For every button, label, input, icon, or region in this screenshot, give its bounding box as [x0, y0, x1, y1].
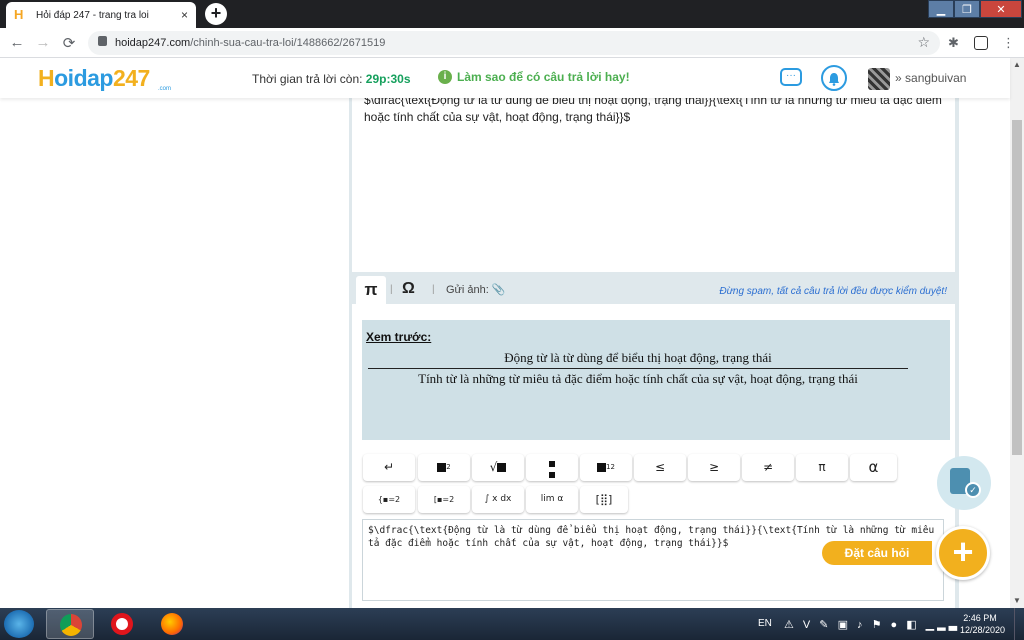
paperclip-icon: 📎: [491, 284, 506, 296]
maximize-button[interactable]: ❐: [954, 0, 980, 18]
forward-arrow-icon[interactable]: →: [34, 34, 52, 51]
fraction-bar: [368, 368, 908, 369]
neq-button[interactable]: ≠: [742, 454, 794, 481]
subscript-button[interactable]: 12: [580, 454, 632, 481]
ask-question-label[interactable]: Đặt câu hỏi: [822, 541, 932, 565]
integral-button[interactable]: ∫ x dx: [472, 486, 524, 513]
extensions-icon[interactable]: ✱: [948, 35, 959, 51]
limit-button[interactable]: lim α: [526, 486, 578, 513]
browser-tab-strip: H Hỏi đáp 247 - trang tra loi × + ▁ ❐ ✕: [0, 0, 1024, 28]
alpha-button[interactable]: α: [850, 454, 897, 481]
bookmark-star-icon[interactable]: ☆: [917, 34, 930, 51]
reload-icon[interactable]: ⟳: [60, 34, 78, 52]
scroll-thumb[interactable]: [1012, 120, 1022, 455]
tab-title: Hỏi đáp 247 - trang tra loi: [36, 9, 149, 21]
pi-button[interactable]: π: [796, 454, 848, 481]
address-bar[interactable]: hoidap247.com/chinh-sua-cau-tra-loi/1488…: [88, 31, 940, 55]
chat-icon[interactable]: ···: [780, 68, 802, 86]
window-close-button[interactable]: ✕: [980, 0, 1022, 18]
system-equation-button[interactable]: {▪=2: [363, 486, 415, 513]
separator: |: [390, 284, 393, 295]
root-button[interactable]: √: [472, 454, 524, 481]
user-avatar[interactable]: [868, 68, 890, 90]
taskbar-clock[interactable]: 2:46 PM 12/28/2020: [960, 612, 1005, 636]
send-image-button[interactable]: Gửi ảnh: 📎: [446, 283, 506, 296]
url-text: hoidap247.com/chinh-sua-cau-tra-loi/1488…: [115, 37, 386, 49]
bracket-equation-button[interactable]: [▪=2: [418, 486, 470, 513]
info-icon: i: [438, 70, 452, 84]
leq-button[interactable]: ≤: [634, 454, 686, 481]
opera-icon: [111, 613, 133, 635]
site-favicon-icon: H: [14, 7, 24, 22]
latex-preview: Xem trước: Động từ là từ dùng để biểu th…: [362, 320, 950, 440]
logo-domain: .com: [158, 86, 172, 92]
editor-tab-row: π | Ω | Gửi ảnh: 📎 Đừng spam, tất cả câu…: [352, 272, 955, 304]
separator: |: [432, 284, 435, 295]
profile-extension-icon[interactable]: [974, 36, 988, 50]
tab-close-icon[interactable]: ×: [181, 8, 188, 22]
preview-label: Xem trước:: [366, 330, 432, 344]
ask-question-button[interactable]: +: [936, 526, 990, 580]
window-controls: ▁ ❐ ✕: [928, 0, 1022, 18]
language-indicator[interactable]: EN: [758, 618, 772, 629]
taskbar-firefox[interactable]: [148, 609, 196, 639]
matrix-button[interactable]: [⣿]: [580, 486, 628, 513]
browser-menu-icon[interactable]: ⋮: [1002, 35, 1015, 51]
answer-text-area[interactable]: $\dfrac{\text{Động từ là từ dùng để biểu…: [352, 93, 955, 272]
page-scrollbar[interactable]: ▲ ▼: [1010, 58, 1024, 608]
site-header: Hoidap247 .com Thời gian trả lời còn: 29…: [0, 58, 1010, 98]
preview-denominator: Tính từ là những từ miêu tả đặc điểm hoặ…: [418, 371, 858, 386]
answer-tip-link[interactable]: i Làm sao để có câu trả lời hay!: [438, 70, 630, 84]
browser-toolbar: ← → ⟳ hoidap247.com/chinh-sua-cau-tra-lo…: [0, 28, 1024, 58]
scroll-down-arrow-icon[interactable]: ▼: [1010, 594, 1024, 608]
start-button[interactable]: [4, 610, 34, 638]
power-button[interactable]: 2: [418, 454, 470, 481]
notification-bell-icon[interactable]: [821, 65, 847, 91]
back-arrow-icon[interactable]: ←: [8, 34, 26, 51]
show-desktop-button[interactable]: [1014, 608, 1024, 640]
minimize-button[interactable]: ▁: [928, 0, 954, 18]
scroll-up-arrow-icon[interactable]: ▲: [1010, 58, 1024, 72]
windows-taskbar: EN ⚠ V ✎ ▣ ♪ ⚑ ● ◧ ▁▂▃ 2:46 PM 12/28/202…: [0, 608, 1024, 640]
page-body: $\dfrac{\text{Động từ là từ dùng để biểu…: [0, 93, 1010, 608]
geq-button[interactable]: ≥: [688, 454, 740, 481]
lock-icon: [98, 36, 107, 46]
taskbar-chrome[interactable]: [46, 609, 94, 639]
taskbar-opera[interactable]: [98, 609, 146, 639]
system-tray-icons[interactable]: ⚠ V ✎ ▣ ♪ ⚑ ● ◧ ▁▂▃: [784, 618, 960, 631]
preview-numerator: Động từ là từ dùng để biểu thị hoạt động…: [504, 350, 772, 365]
check-icon: ✓: [965, 482, 981, 498]
spam-notice: Đừng spam, tất cả câu trả lời đều được k…: [719, 286, 947, 297]
browser-tab[interactable]: H Hỏi đáp 247 - trang tra loi ×: [6, 2, 196, 28]
answer-list-fab[interactable]: ✓: [937, 456, 991, 510]
fraction-button[interactable]: [526, 454, 578, 481]
answer-timer: Thời gian trả lời còn: 29p:30s: [252, 72, 411, 86]
user-menu[interactable]: » sangbuivan: [895, 71, 966, 85]
tab-symbols[interactable]: Ω: [402, 280, 415, 298]
new-tab-button[interactable]: +: [205, 3, 227, 25]
chrome-icon: [60, 614, 82, 636]
site-logo[interactable]: Hoidap247: [38, 65, 150, 92]
firefox-icon: [161, 613, 183, 635]
newline-button[interactable]: ↵: [363, 454, 415, 481]
tab-math[interactable]: π: [356, 276, 386, 304]
